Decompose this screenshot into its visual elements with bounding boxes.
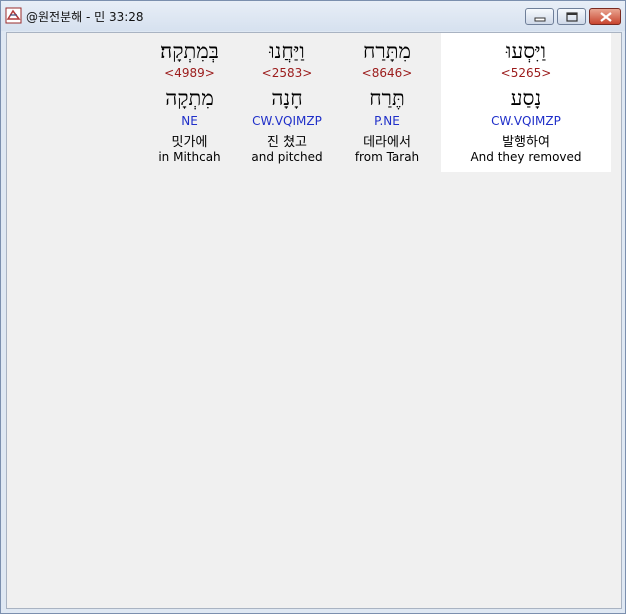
title-bar[interactable]: @원전분해 - 민 33:28 <box>1 1 625 31</box>
word-column-3[interactable]: וַיַּחֲנוּ <2583> חָנָה CW.VQIMZP 진 쳤고 a… <box>242 33 332 172</box>
app-icon[interactable] <box>5 7 22 24</box>
close-button[interactable] <box>589 8 621 25</box>
korean-gloss: 밋가에 <box>171 135 208 150</box>
maximize-button[interactable] <box>557 8 586 25</box>
word-column-1[interactable]: וַיִּסְעוּ <5265> נָסַע CW.VQIMZP 발행하여 A… <box>441 33 611 172</box>
korean-gloss: 데라에서 <box>363 135 411 150</box>
morphology-code[interactable]: P.NE <box>344 114 430 128</box>
english-gloss: and pitched <box>251 150 323 164</box>
morphology-code[interactable]: CW.VQIMZP <box>441 114 611 128</box>
korean-gloss: 진 쳤고 <box>266 135 307 150</box>
hebrew-lemma: נָסַע <box>510 86 542 110</box>
hebrew-word: מִתָּרַח <box>363 39 411 63</box>
minimize-icon <box>534 17 546 22</box>
minimize-button[interactable] <box>525 8 554 25</box>
strong-number[interactable]: <8646> <box>344 66 430 80</box>
hebrew-word: וַיַּחֲנוּ <box>269 39 305 63</box>
morphology-code[interactable]: NE <box>144 114 235 128</box>
korean-gloss: 발행하여 <box>502 135 550 150</box>
window-title: @원전분해 - 민 33:28 <box>26 10 144 24</box>
hebrew-lemma: מִתְקָה <box>165 86 214 110</box>
english-gloss: in Mithcah <box>158 150 221 164</box>
strong-number[interactable]: <5265> <box>441 66 611 80</box>
strong-number[interactable]: <4989> <box>144 66 235 80</box>
word-column-4[interactable]: בְּמִתְקָה׃ <4989> מִתְקָה NE 밋가에 in Mit… <box>144 33 235 172</box>
main-window: @원전분해 - 민 33:28 וַיִּסְעוּ <5265> נָסַע … <box>0 0 626 614</box>
maximize-icon <box>566 12 578 22</box>
english-gloss: And they removed <box>470 150 582 164</box>
strong-number[interactable]: <2583> <box>242 66 332 80</box>
hebrew-word: בְּמִתְקָה׃ <box>160 39 219 63</box>
hebrew-lemma: חָנָה <box>271 86 303 110</box>
english-gloss: from Tarah <box>354 150 420 164</box>
hebrew-lemma: תֶּרַח <box>369 86 405 110</box>
morphology-code[interactable]: CW.VQIMZP <box>242 114 332 128</box>
word-column-2[interactable]: מִתָּרַח <8646> תֶּרַח P.NE 데라에서 from Ta… <box>344 33 430 172</box>
analysis-pane: וַיִּסְעוּ <5265> נָסַע CW.VQIMZP 발행하여 A… <box>6 32 622 609</box>
hebrew-word: וַיִּסְעוּ <box>505 39 547 63</box>
close-icon <box>600 12 612 22</box>
